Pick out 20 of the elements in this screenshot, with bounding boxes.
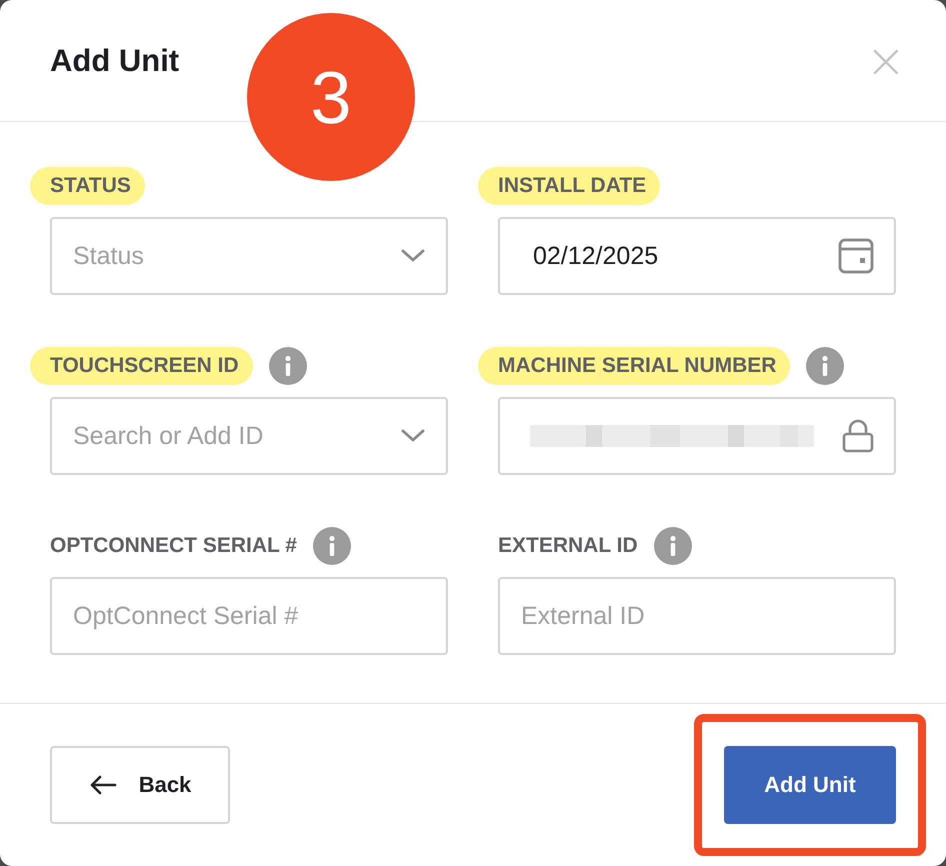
select-field[interactable]: Search or Add ID: [50, 397, 448, 475]
select-field[interactable]: Status: [50, 217, 448, 295]
field-label: STATUS: [30, 167, 145, 205]
field-label: EXTERNAL ID: [498, 533, 638, 559]
chevron-down-icon: [400, 428, 426, 444]
dialog-title: Add Unit: [50, 42, 180, 78]
lock-icon: [842, 419, 874, 453]
add-unit-button[interactable]: Add Unit: [724, 746, 896, 824]
back-button[interactable]: Back: [50, 746, 230, 824]
input-field[interactable]: External ID: [498, 577, 896, 655]
field-label: OPTCONNECT SERIAL #: [50, 533, 297, 559]
date-field[interactable]: 02/12/2025: [498, 217, 896, 295]
field-label: INSTALL DATE: [478, 167, 660, 205]
field-label: TOUCHSCREEN ID: [30, 347, 253, 385]
arrow-left-icon: [88, 775, 117, 795]
step-badge: 3: [247, 13, 415, 181]
chevron-down-icon: [400, 248, 426, 264]
calendar-icon: [838, 238, 874, 274]
field-label: MACHINE SERIAL NUMBER: [478, 347, 790, 385]
input-field[interactable]: OptConnect Serial #: [50, 577, 448, 655]
